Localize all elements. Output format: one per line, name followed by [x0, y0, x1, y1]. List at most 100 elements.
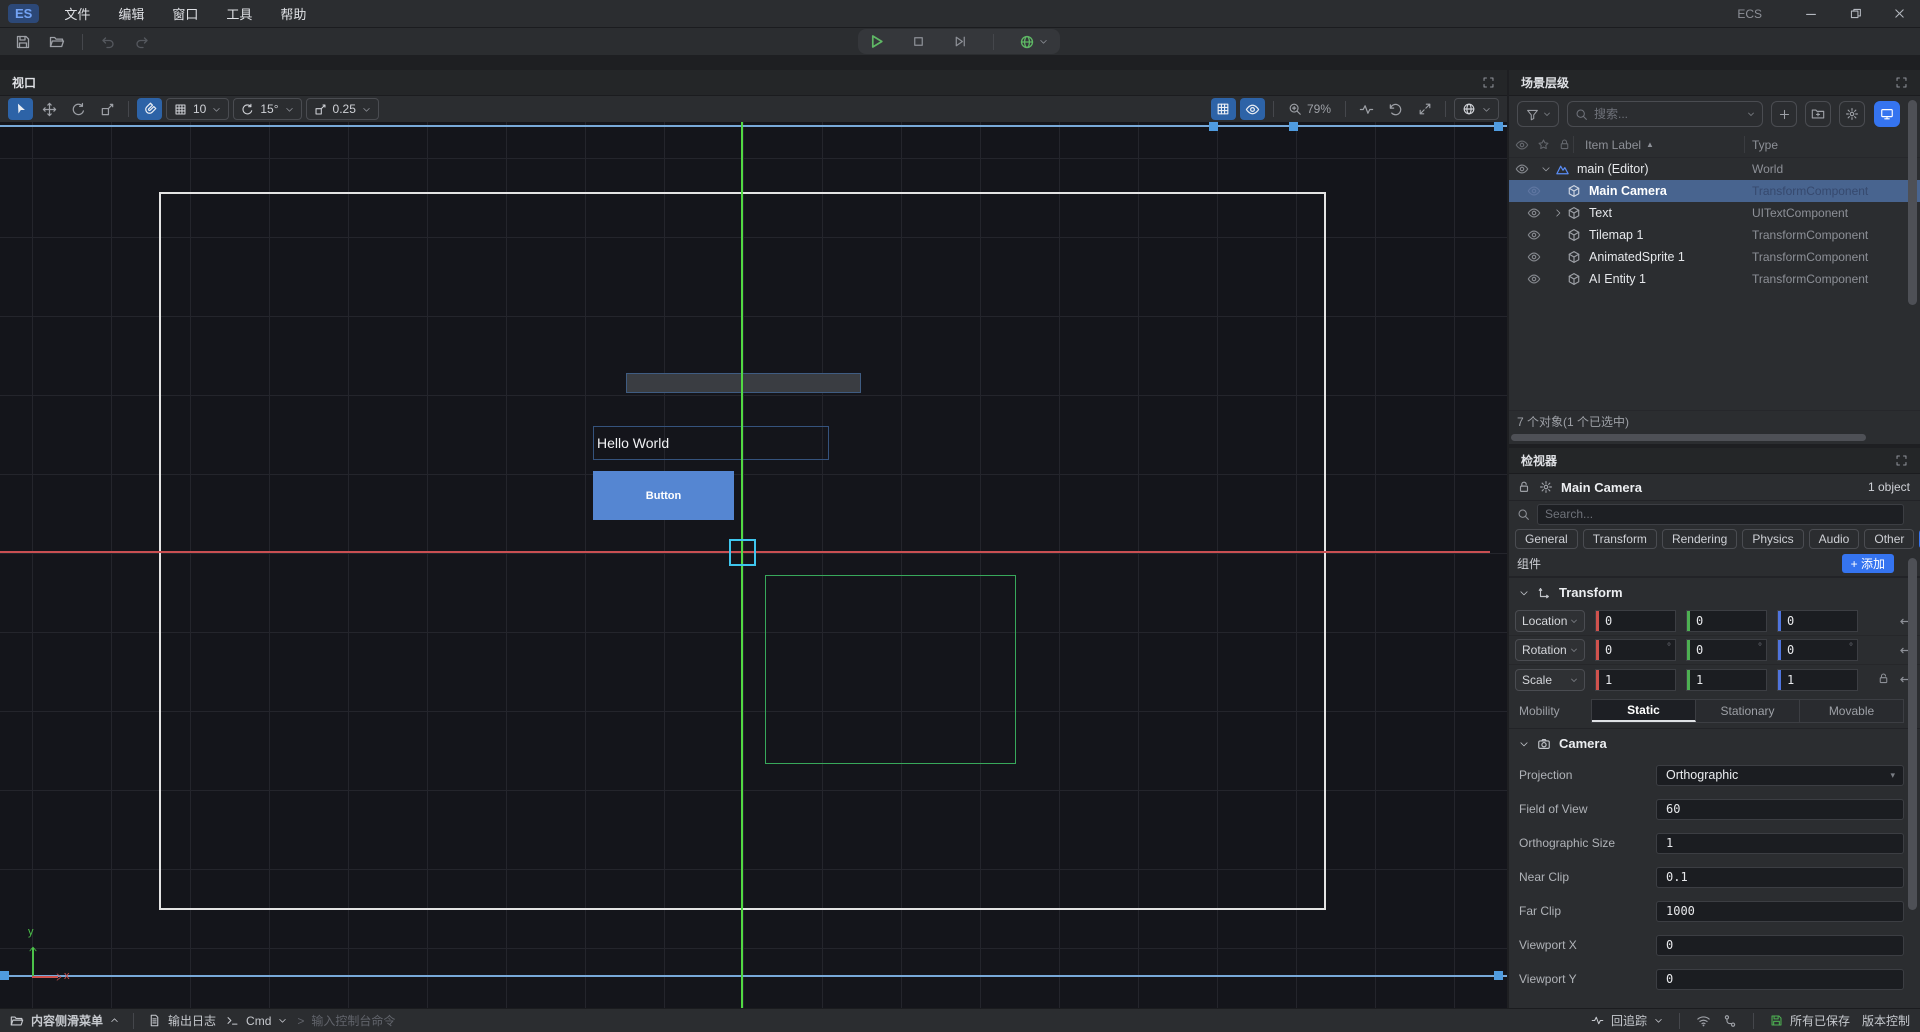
scale-snap-dropdown[interactable]: 0.25 — [306, 98, 379, 120]
scale-z-input[interactable] — [1778, 673, 1857, 687]
column-item-label[interactable]: Item Label ▲ — [1585, 138, 1654, 152]
tab-other[interactable]: Other — [1864, 529, 1914, 549]
version-control-button[interactable]: 版本控制 — [1862, 1012, 1910, 1029]
eye-icon[interactable] — [1527, 272, 1543, 286]
close-button[interactable] — [1878, 0, 1920, 27]
eye-icon[interactable] — [1527, 228, 1543, 242]
selection-handle[interactable] — [1209, 122, 1218, 131]
chevron-right-icon[interactable] — [1551, 208, 1565, 218]
lock-icon[interactable] — [1517, 480, 1531, 494]
fullscreen-icon[interactable] — [1895, 76, 1908, 89]
table-row[interactable]: Text UITextComponent — [1509, 202, 1920, 224]
fullscreen-icon[interactable] — [1482, 76, 1495, 89]
camera-gizmo[interactable] — [729, 539, 756, 566]
column-type[interactable]: Type — [1752, 138, 1778, 152]
panel-entity[interactable] — [626, 373, 861, 393]
menu-help[interactable]: 帮助 — [267, 1, 319, 26]
table-row[interactable]: main (Editor) World — [1509, 158, 1920, 180]
eye-icon[interactable] — [1515, 162, 1531, 176]
rotation-y-input[interactable] — [1687, 643, 1766, 657]
branch-icon[interactable] — [1723, 1014, 1737, 1028]
eye-icon[interactable] — [1527, 206, 1543, 220]
mobility-movable[interactable]: Movable — [1800, 700, 1903, 722]
unlock-icon[interactable] — [1877, 672, 1890, 687]
filter-button[interactable] — [1517, 101, 1559, 127]
scale-dropdown[interactable]: Scale — [1515, 669, 1585, 691]
table-row[interactable]: AI Entity 1 TransformComponent — [1509, 268, 1920, 290]
open-folder-button[interactable] — [44, 30, 70, 53]
search-input[interactable] — [1594, 107, 1741, 121]
expand-view-button[interactable] — [1412, 98, 1437, 120]
rotation-z-input[interactable] — [1778, 643, 1857, 657]
save-status[interactable]: 所有已保存 — [1770, 1012, 1850, 1029]
projection-select[interactable]: Orthographic ▾ — [1656, 765, 1904, 786]
monitor-toggle[interactable] — [1874, 101, 1900, 127]
selection-handle[interactable] — [0, 971, 9, 980]
rotate-tool[interactable] — [66, 98, 91, 120]
viewport-y-input[interactable] — [1657, 972, 1903, 986]
snap-toggle[interactable] — [137, 98, 162, 120]
viewport-x-input[interactable] — [1657, 938, 1903, 952]
field-of-view-input[interactable] — [1657, 802, 1903, 816]
rotation-dropdown[interactable]: Rotation — [1515, 639, 1585, 661]
tab-general[interactable]: General — [1515, 529, 1578, 549]
scale-y-input[interactable] — [1687, 673, 1766, 687]
settings-button[interactable] — [1839, 101, 1865, 127]
grid-size-dropdown[interactable]: 10 — [166, 98, 229, 120]
location-x-input[interactable] — [1596, 614, 1675, 628]
select-tool[interactable] — [8, 98, 33, 120]
reset-view-button[interactable] — [1383, 98, 1408, 120]
fullscreen-icon[interactable] — [1895, 454, 1908, 467]
menu-edit[interactable]: 编辑 — [105, 1, 157, 26]
table-row-selected[interactable]: Main Camera TransformComponent — [1509, 180, 1920, 202]
tab-audio[interactable]: Audio — [1809, 529, 1860, 549]
vertical-scrollbar[interactable] — [1908, 558, 1917, 910]
hierarchy-search[interactable] — [1567, 101, 1763, 127]
stats-toggle[interactable] — [1354, 98, 1379, 120]
eye-icon[interactable] — [1527, 250, 1543, 264]
play-button[interactable] — [863, 30, 891, 53]
orthographic-size-input[interactable] — [1657, 836, 1903, 850]
tab-rendering[interactable]: Rendering — [1662, 529, 1737, 549]
step-button[interactable] — [947, 30, 975, 53]
new-folder-button[interactable] — [1805, 101, 1831, 127]
selection-handle[interactable] — [1494, 971, 1503, 980]
rotation-snap-dropdown[interactable]: 15° — [233, 98, 301, 120]
trace-dropdown[interactable]: 回追踪 — [1591, 1012, 1663, 1029]
horizontal-scrollbar[interactable] — [1509, 432, 1920, 444]
viewport-world-dropdown[interactable] — [1454, 98, 1499, 120]
undo-button[interactable] — [95, 30, 121, 53]
cmd-dropdown[interactable]: Cmd — [226, 1014, 287, 1028]
add-entity-button[interactable] — [1771, 101, 1797, 127]
console-input[interactable]: > 输入控制台命令 — [297, 1012, 395, 1029]
near-clip-input[interactable] — [1657, 870, 1903, 884]
table-row[interactable]: AnimatedSprite 1 TransformComponent — [1509, 246, 1920, 268]
visibility-toggle[interactable] — [1240, 98, 1265, 120]
content-drawer-button[interactable]: 内容侧滑菜单 — [10, 1012, 119, 1029]
move-tool[interactable] — [37, 98, 62, 120]
network-mode-button[interactable] — [1012, 30, 1056, 53]
table-row[interactable]: Tilemap 1 TransformComponent — [1509, 224, 1920, 246]
location-dropdown[interactable]: Location — [1515, 610, 1585, 632]
inspector-search-input[interactable] — [1545, 507, 1896, 521]
zoom-level[interactable]: 79% — [1282, 102, 1337, 116]
wifi-icon[interactable] — [1696, 1013, 1711, 1028]
scale-tool[interactable] — [95, 98, 120, 120]
scene-canvas[interactable]: Hello World Button y x — [0, 122, 1507, 1008]
stop-button[interactable] — [905, 30, 933, 53]
mobility-static[interactable]: Static — [1592, 700, 1696, 722]
mobility-stationary[interactable]: Stationary — [1696, 700, 1800, 722]
grid-toggle[interactable] — [1211, 98, 1236, 120]
camera-section-header[interactable]: Camera — [1509, 728, 1920, 758]
rotation-x-input[interactable] — [1596, 643, 1675, 657]
tab-physics[interactable]: Physics — [1742, 529, 1803, 549]
location-z-input[interactable] — [1778, 614, 1857, 628]
scale-x-input[interactable] — [1596, 673, 1675, 687]
vertical-scrollbar[interactable] — [1908, 100, 1917, 305]
selection-handle[interactable] — [1289, 122, 1298, 131]
menu-file[interactable]: 文件 — [51, 1, 103, 26]
output-log-button[interactable]: 输出日志 — [148, 1012, 216, 1029]
selection-handle[interactable] — [1494, 122, 1503, 131]
minimize-button[interactable] — [1790, 0, 1832, 27]
text-entity[interactable]: Hello World — [593, 426, 829, 460]
